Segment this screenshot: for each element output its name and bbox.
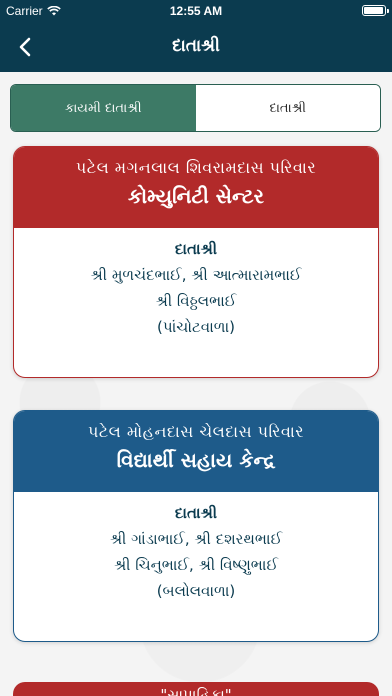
donor-village: (પાંચોટવાળા)	[157, 318, 235, 336]
donor-card: પટેલ મગનલાલ શિવરામદાસ પરિવાર કોમ્યુનિટી …	[13, 146, 379, 378]
navigation-bar: દાતાશ્રી	[0, 22, 392, 72]
tab-permanent-donors[interactable]: કાયમી દાતાશ્રી	[11, 85, 196, 131]
donor-card-header: પટેલ મોહનદાસ ચેલદાસ પરિવાર વિદ્યાર્થી સહ…	[14, 411, 378, 492]
status-time: 12:55 AM	[169, 4, 223, 18]
donor-names-line: શ્રી વિઠ્ઠલભાઈ	[155, 292, 237, 310]
donor-card: પટેલ મોહનદાસ ચેલદાસ પરિવાર વિદ્યાર્થી સહ…	[13, 410, 379, 642]
donor-village: (બલોલવાળા)	[156, 582, 236, 600]
donor-family: પટેલ મોહનદાસ ચેલદાસ પરિવાર	[87, 422, 305, 441]
donor-project-name: વિદ્યાર્થી સહાય કેન્દ્ર	[116, 448, 276, 472]
donor-names-line: શ્રી મુળચંદભાઈ, શ્રી આત્મારામભાઈ	[90, 266, 302, 284]
donor-card-partial: "સાપાહિકા"	[13, 682, 379, 696]
donor-label: દાતાશ્રી	[174, 504, 218, 522]
segmented-control: કાયમી દાતાશ્રી દાતાશ્રી	[10, 84, 381, 132]
content-area: કાયમી દાતાશ્રી દાતાશ્રી પટેલ મગનલાલ શિવર…	[0, 72, 392, 696]
page-title: દાતાશ્રી	[172, 36, 220, 56]
donor-project-name: કોમ્યુનિટી સેન્ટર	[127, 184, 265, 208]
donor-card-body: દાતાશ્રી શ્રી ગાંડાભાઈ, શ્રી દશરથભાઈ શ્ર…	[14, 492, 378, 604]
donor-card-header: પટેલ મગનલાલ શિવરામદાસ પરિવાર કોમ્યુનિટી …	[14, 147, 378, 228]
donor-names-line: શ્રી ચિનુભાઈ, શ્રી વિષ્ણુભાઈ	[113, 556, 279, 574]
status-bar: Carrier 12:55 AM	[0, 0, 392, 22]
donor-card-partial-title: "સાપાહિકા"	[160, 686, 232, 696]
donor-names-line: શ્રી ગાંડાભાઈ, શ્રી દશરથભાઈ	[109, 530, 283, 548]
battery-icon	[362, 5, 389, 16]
tab-donors[interactable]: દાતાશ્રી	[195, 85, 380, 131]
donor-label: દાતાશ્રી	[174, 240, 218, 258]
donor-family: પટેલ મગનલાલ શિવરામદાસ પરિવાર	[75, 158, 317, 177]
donor-card-body: દાતાશ્રી શ્રી મુળચંદભાઈ, શ્રી આત્મારામભા…	[14, 228, 378, 340]
